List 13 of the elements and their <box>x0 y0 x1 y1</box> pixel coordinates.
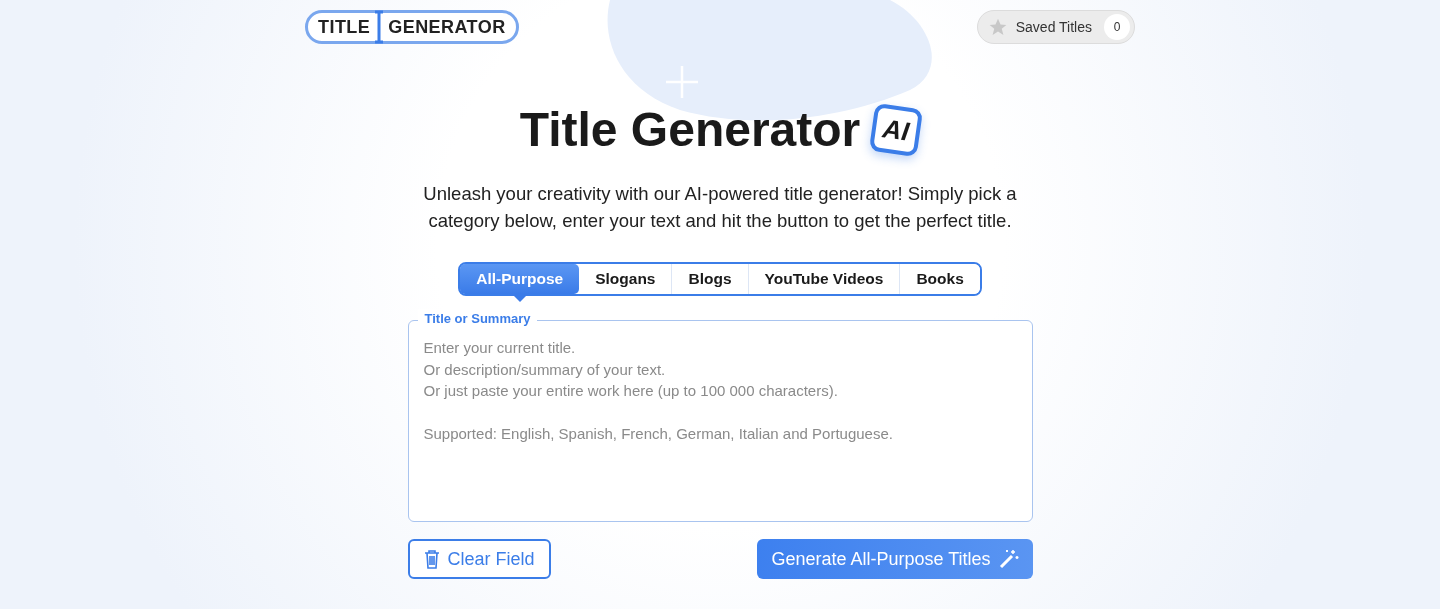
count-badge: 0 <box>1104 14 1130 40</box>
text-cursor-icon <box>374 10 385 44</box>
star-icon <box>987 17 1008 37</box>
saved-titles-button[interactable]: Saved Titles 0 <box>976 10 1135 44</box>
trash-icon <box>423 549 440 569</box>
logo-text: GENERATOR <box>388 15 506 39</box>
logo[interactable]: TITLE GENERATOR <box>305 10 519 44</box>
clear-field-button[interactable]: Clear Field <box>407 539 551 579</box>
plus-icon <box>664 64 700 100</box>
subtitle: Unleash your creativity with our AI-powered title generator! Simply pick a category below, enter your text and hit the button to get the perfect title. <box>422 182 1018 233</box>
logo-text: TITLE <box>318 15 371 39</box>
page-title: Title Generator <box>519 106 861 154</box>
magic-wand-icon <box>998 549 1019 569</box>
